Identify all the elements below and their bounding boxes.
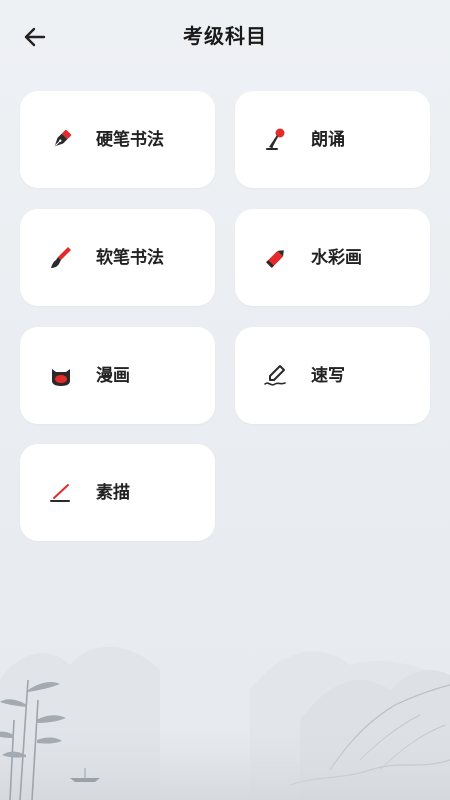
subject-label: 朗诵 <box>311 130 345 150</box>
subject-label: 速写 <box>311 366 345 386</box>
brush-icon <box>51 247 71 268</box>
app-header: 考级科目 <box>0 0 450 72</box>
subject-label: 漫画 <box>96 366 130 386</box>
ink-landscape-background <box>0 646 450 800</box>
subject-card-recitation[interactable]: 朗诵 <box>235 91 430 188</box>
subject-card-hard-pen-calligraphy[interactable]: 硬笔书法 <box>20 91 215 188</box>
page-title: 考级科目 <box>183 24 267 48</box>
subject-card-watercolor[interactable]: 水彩画 <box>235 209 430 306</box>
subject-label: 硬笔书法 <box>96 130 164 150</box>
subject-card-comics[interactable]: 漫画 <box>20 327 215 424</box>
subject-card-quick-sketch[interactable]: 速写 <box>235 327 430 424</box>
sketch-pen-icon <box>264 365 286 386</box>
cartoon-face-icon <box>52 369 70 386</box>
fountain-pen-icon <box>54 129 72 147</box>
subject-label: 水彩画 <box>311 248 362 268</box>
subject-card-brush-calligraphy[interactable]: 软笔书法 <box>20 209 215 306</box>
subject-label: 软笔书法 <box>96 248 164 268</box>
subject-label: 素描 <box>96 483 130 503</box>
microphone-icon <box>266 128 285 150</box>
pencil-icon <box>266 250 284 268</box>
subject-card-sketch[interactable]: 素描 <box>20 444 215 541</box>
sketch-line-icon <box>50 484 70 502</box>
